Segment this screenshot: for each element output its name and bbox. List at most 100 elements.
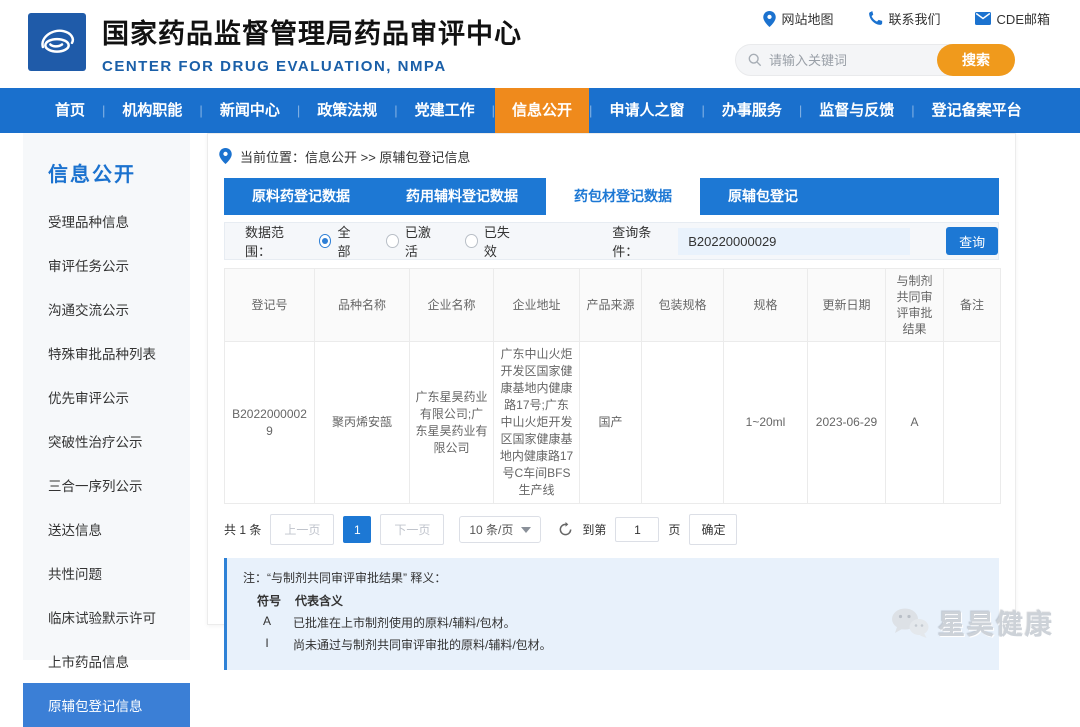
- tab-raw-aux-pack[interactable]: 原辅包登记: [700, 178, 826, 215]
- header-search: 搜索: [735, 44, 1015, 76]
- sidebar-item-clinical-trial-license[interactable]: 临床试验默示许可: [23, 595, 190, 639]
- nav-item-home[interactable]: 首页: [38, 88, 102, 133]
- note-col-meaning: 代表含义: [295, 592, 343, 609]
- col-spec: 规格: [724, 269, 808, 342]
- radio-expired-circle: [465, 234, 478, 248]
- refresh-icon[interactable]: [558, 522, 573, 537]
- tab-excipient-registration[interactable]: 药用辅料登记数据: [378, 178, 546, 215]
- sidebar-item-review-tasks[interactable]: 审评任务公示: [23, 243, 190, 287]
- sitemap-link[interactable]: 网站地图: [763, 9, 834, 28]
- sidebar-item-special-approval[interactable]: 特殊审批品种列表: [23, 331, 190, 375]
- pagination: 共 1 条 上一页 1 下一页 10 条/页 到第 页 确定: [224, 514, 999, 545]
- search-icon: [748, 53, 762, 67]
- search-input[interactable]: [769, 53, 939, 68]
- col-remarks: 备注: [944, 269, 1001, 342]
- note-row-a: A 已批准在上市制剂使用的原料/辅料/包材。: [257, 614, 983, 631]
- radio-expired[interactable]: 已失效: [465, 222, 518, 260]
- site-header: 国家药品监督管理局药品审评中心 CENTER FOR DRUG EVALUATI…: [0, 0, 1080, 88]
- note-legend-header: 符号 代表含义: [257, 592, 983, 609]
- registration-table: 登记号 品种名称 企业名称 企业地址 产品来源 包装规格 规格 更新日期 与制剂…: [224, 268, 1001, 504]
- nav-item-supervision[interactable]: 监督与反馈: [802, 88, 911, 133]
- tab-api-registration[interactable]: 原料药登记数据: [224, 178, 378, 215]
- total-count: 共 1 条: [224, 521, 261, 538]
- note-col-symbol: 符号: [257, 592, 281, 609]
- phone-icon: [868, 11, 883, 26]
- cell-registration-no: B20220000029: [225, 342, 315, 504]
- nav-item-party[interactable]: 党建工作: [398, 88, 492, 133]
- radio-activated-label: 已激活: [405, 222, 439, 260]
- note-meaning-i: 尚未通过与制剂共同审评审批的原料/辅料/包材。: [293, 636, 552, 653]
- nav-item-news[interactable]: 新闻中心: [203, 88, 297, 133]
- cell-spec: 1~20ml: [724, 342, 808, 504]
- cell-packaging-spec: [642, 342, 724, 504]
- cell-company-name: 广东星昊药业有限公司;广东星昊药业有限公司: [410, 342, 494, 504]
- location-pin-icon: [763, 11, 776, 27]
- nav-item-services[interactable]: 办事服务: [705, 88, 799, 133]
- swallow-logo-icon: [32, 17, 82, 67]
- sidebar-item-accepted-varieties[interactable]: 受理品种信息: [23, 199, 190, 243]
- page-size-select[interactable]: 10 条/页: [459, 516, 541, 543]
- contact-label: 联系我们: [889, 9, 941, 28]
- scope-label: 数据范围：: [245, 222, 305, 260]
- nav-item-info-disclosure[interactable]: 信息公开: [495, 88, 589, 133]
- query-input[interactable]: [678, 228, 910, 255]
- sidebar-item-breakthrough-therapy[interactable]: 突破性治疗公示: [23, 419, 190, 463]
- content-panel: 当前位置：信息公开 >> 原辅包登记信息 原料药登记数据 药用辅料登记数据 药包…: [207, 133, 1016, 625]
- sidebar-item-marketed-drugs[interactable]: 上市药品信息: [23, 639, 190, 683]
- scope-radio-group: 全部 已激活 已失效: [319, 222, 518, 260]
- mailbox-label: CDE邮箱: [997, 9, 1050, 28]
- goto-label: 到第: [582, 521, 606, 538]
- radio-all-circle: [319, 234, 332, 248]
- watermark: 星昊健康: [890, 603, 1054, 642]
- col-packaging-spec: 包装规格: [642, 269, 724, 342]
- query-button[interactable]: 查询: [946, 227, 998, 255]
- radio-all-label: 全部: [337, 222, 360, 260]
- nav-item-policy[interactable]: 政策法规: [300, 88, 394, 133]
- nav-item-registration-platform[interactable]: 登记备案平台: [915, 88, 1039, 133]
- table-row: B20220000029 聚丙烯安瓿 广东星昊药业有限公司;广东星昊药业有限公司…: [225, 342, 1001, 504]
- contact-link[interactable]: 联系我们: [868, 9, 941, 28]
- confirm-button[interactable]: 确定: [689, 514, 737, 545]
- radio-all[interactable]: 全部: [319, 222, 360, 260]
- search-button[interactable]: 搜索: [937, 44, 1015, 76]
- watermark-text: 星昊健康: [938, 603, 1054, 642]
- note-symbol-i: I: [257, 636, 277, 653]
- breadcrumb: 当前位置：信息公开 >> 原辅包登记信息: [208, 134, 1015, 178]
- current-page-button[interactable]: 1: [343, 516, 371, 543]
- sidebar-item-common-issues[interactable]: 共性问题: [23, 551, 190, 595]
- sidebar-item-raw-aux-pack-registration[interactable]: 原辅包登记信息: [23, 683, 190, 727]
- header-links: 网站地图 联系我们 CDE邮箱: [763, 9, 1050, 28]
- wechat-icon: [890, 607, 930, 639]
- sitemap-label: 网站地图: [782, 9, 834, 28]
- radio-activated[interactable]: 已激活: [386, 222, 439, 260]
- query-label: 查询条件：: [612, 222, 672, 260]
- mailbox-link[interactable]: CDE邮箱: [975, 9, 1050, 28]
- prev-page-button[interactable]: 上一页: [270, 514, 334, 545]
- nav-item-functions[interactable]: 机构职能: [105, 88, 199, 133]
- col-update-date: 更新日期: [808, 269, 886, 342]
- cell-joint-review-result: A: [886, 342, 944, 504]
- radio-activated-circle: [386, 234, 399, 248]
- nav-item-applicant-window[interactable]: 申请人之窗: [592, 88, 701, 133]
- tab-packaging-registration[interactable]: 药包材登记数据: [546, 178, 700, 215]
- note-row-i: I 尚未通过与制剂共同审评审批的原料/辅料/包材。: [257, 636, 983, 653]
- next-page-button[interactable]: 下一页: [380, 514, 444, 545]
- site-subtitle: CENTER FOR DRUG EVALUATION, NMPA: [102, 58, 522, 75]
- sidebar-item-delivery-info[interactable]: 送达信息: [23, 507, 190, 551]
- sidebar-item-three-in-one[interactable]: 三合一序列公示: [23, 463, 190, 507]
- note-symbol-a: A: [257, 614, 277, 631]
- breadcrumb-text: 当前位置：信息公开 >> 原辅包登记信息: [240, 147, 470, 166]
- col-product-source: 产品来源: [580, 269, 642, 342]
- note-title: 注：“与制剂共同审评审批结果” 释义：: [243, 569, 983, 586]
- cde-logo: [28, 13, 86, 71]
- sidebar: 信息公开 受理品种信息 审评任务公示 沟通交流公示 特殊审批品种列表 优先审评公…: [23, 133, 190, 660]
- filter-bar: 数据范围： 全部 已激活 已失效 查询条件： 查询: [224, 222, 999, 260]
- cell-remarks: [944, 342, 1001, 504]
- sidebar-title: 信息公开: [23, 133, 190, 199]
- sidebar-item-priority-review[interactable]: 优先审评公示: [23, 375, 190, 419]
- sidebar-item-communication[interactable]: 沟通交流公示: [23, 287, 190, 331]
- page-size-value: 10 条/页: [469, 521, 513, 538]
- col-company-address: 企业地址: [494, 269, 580, 342]
- cell-variety-name: 聚丙烯安瓿: [315, 342, 410, 504]
- goto-page-input[interactable]: [615, 517, 659, 542]
